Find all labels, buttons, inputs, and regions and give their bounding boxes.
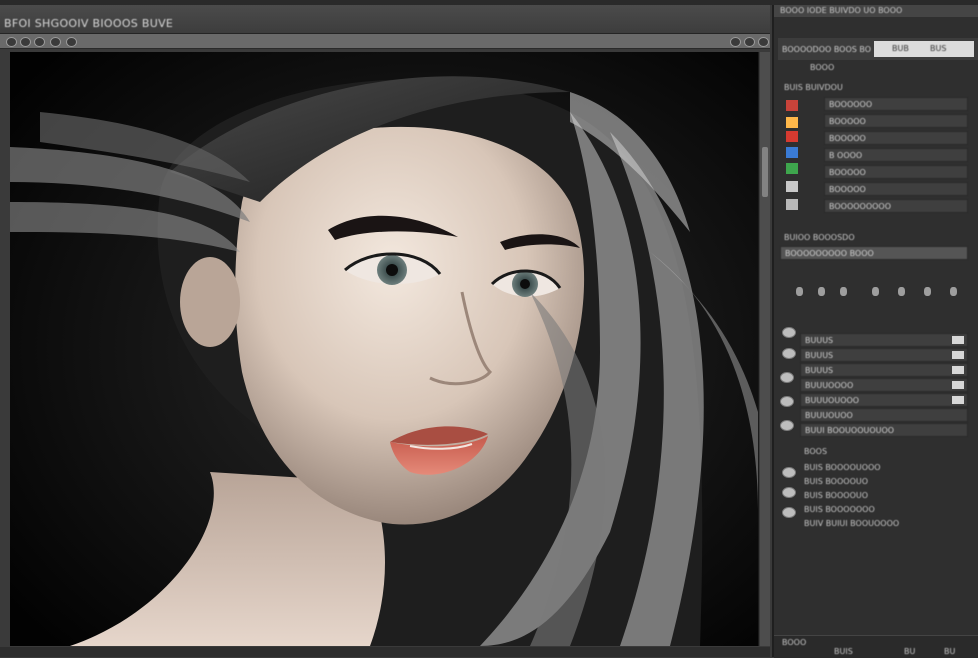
zoom-icon[interactable] bbox=[66, 37, 77, 47]
eye-icon[interactable] bbox=[780, 372, 794, 383]
panel-toolbar-label: BOOOODOO BOOS BO bbox=[782, 45, 872, 54]
footer-label: BUIS bbox=[834, 647, 853, 656]
layer-thumbnail bbox=[786, 181, 798, 192]
eye-icon[interactable] bbox=[782, 467, 796, 478]
mode-tabs[interactable]: BUB BUS bbox=[874, 41, 974, 57]
eye-icon[interactable] bbox=[780, 420, 794, 431]
view-toggle-icon[interactable] bbox=[50, 37, 61, 47]
panel-subheader: BOOO bbox=[810, 63, 835, 72]
mask-icon[interactable] bbox=[840, 287, 847, 296]
layer-item[interactable]: BOOOOO bbox=[824, 131, 968, 145]
adjustment-item[interactable]: BUUUOUOOO bbox=[800, 393, 968, 407]
property-row[interactable]: BUIS BOOOOUOOO bbox=[804, 463, 881, 472]
layer-thumbnail bbox=[786, 100, 798, 111]
layers-row-header: BUIS BUIVDOU bbox=[784, 83, 843, 92]
layer-thumbnail bbox=[786, 131, 798, 142]
close-document-icon[interactable] bbox=[6, 37, 17, 47]
status-bar bbox=[0, 647, 770, 657]
layers-panel: BOOO IODE BUIVDO UO BOOO BOOOODOO BOOS B… bbox=[772, 5, 978, 658]
property-row[interactable]: BUIS BOOOOOOO bbox=[804, 505, 875, 514]
footer-label: BU bbox=[944, 647, 956, 656]
adjustment-item[interactable]: BUUUS bbox=[800, 363, 968, 377]
color-swatch[interactable] bbox=[952, 396, 964, 404]
mode-tab-1[interactable]: BUB bbox=[892, 44, 909, 53]
layer-thumbnail bbox=[786, 117, 798, 128]
fx-icon[interactable] bbox=[818, 287, 825, 296]
layer-item[interactable]: BOOOOO bbox=[824, 114, 968, 128]
adjustment-item[interactable]: BUUUS bbox=[800, 348, 968, 362]
document-tab-strip bbox=[0, 34, 770, 49]
group-label: BUIOO BOOOSDO bbox=[784, 233, 855, 242]
layer-thumbnail bbox=[786, 199, 798, 210]
adjustment-icon[interactable] bbox=[872, 287, 879, 296]
panel-header: BOOO IODE BUIVDO UO BOOO bbox=[774, 5, 978, 17]
eye-icon[interactable] bbox=[782, 487, 796, 498]
panel-toolbar: BOOOODOO BOOS BO BUB BUS bbox=[778, 38, 978, 60]
active-layer-row[interactable]: BOOOOOOOOO BOOO bbox=[780, 246, 968, 260]
color-swatch[interactable] bbox=[952, 336, 964, 344]
eye-icon[interactable] bbox=[782, 507, 796, 518]
link-icon[interactable] bbox=[796, 287, 803, 296]
minimize-document-icon[interactable] bbox=[20, 37, 31, 47]
document-close-icon[interactable] bbox=[744, 37, 755, 47]
layer-thumbnail bbox=[786, 163, 798, 174]
new-layer-icon[interactable] bbox=[924, 287, 931, 296]
properties-title: BOOS bbox=[804, 447, 828, 456]
adjustment-item[interactable]: BUUUOUOO bbox=[800, 408, 968, 422]
vertical-scrollbar[interactable] bbox=[760, 52, 770, 646]
color-swatch[interactable] bbox=[952, 381, 964, 389]
layer-item[interactable]: BOOOOOO bbox=[824, 97, 968, 111]
eye-icon[interactable] bbox=[782, 327, 796, 338]
color-swatch[interactable] bbox=[952, 366, 964, 374]
panel-footer: BOOO BUIS BU BU bbox=[774, 635, 978, 658]
document-menu-icon[interactable] bbox=[730, 37, 741, 47]
adjustment-item[interactable]: BUUUOOOO bbox=[800, 378, 968, 392]
eye-icon[interactable] bbox=[782, 348, 796, 359]
circle-button-icon[interactable] bbox=[34, 37, 45, 47]
scrollbar-thumb[interactable] bbox=[762, 147, 768, 197]
portrait-image bbox=[10, 52, 758, 646]
layer-item[interactable]: BOOOOO bbox=[824, 165, 968, 179]
panel-header-label: BOOO IODE BUIVDO UO BOOO bbox=[780, 6, 903, 15]
color-swatch[interactable] bbox=[952, 351, 964, 359]
property-row[interactable]: BUIV BUIUI BOOUOOOO bbox=[804, 519, 899, 528]
layer-item[interactable]: B OOOO bbox=[824, 148, 968, 162]
image-canvas[interactable] bbox=[10, 52, 759, 646]
adjustment-item[interactable]: BUUUS bbox=[800, 333, 968, 347]
adjustment-item[interactable]: BUUI BOOUOOUOUOO bbox=[800, 423, 968, 437]
eye-icon[interactable] bbox=[780, 396, 794, 407]
footer-label: BOOO bbox=[782, 638, 807, 647]
document-title: BFOI SHGOOIV BIOOOS BUVE bbox=[4, 17, 174, 30]
document-expand-icon[interactable] bbox=[758, 37, 769, 47]
footer-label: BU bbox=[904, 647, 916, 656]
property-row[interactable]: BUIS BOOOOUO bbox=[804, 477, 868, 486]
property-row[interactable]: BUIS BOOOOUO bbox=[804, 491, 868, 500]
document-title-bar: BFOI SHGOOIV BIOOOS BUVE bbox=[0, 5, 770, 34]
layer-item[interactable]: BOOOOO bbox=[824, 182, 968, 196]
mode-tab-2[interactable]: BUS bbox=[930, 44, 946, 53]
folder-icon[interactable] bbox=[898, 287, 905, 296]
layer-thumbnail bbox=[786, 147, 798, 158]
layer-item[interactable]: BOOOOOOOOO bbox=[824, 199, 968, 213]
trash-icon[interactable] bbox=[950, 287, 957, 296]
